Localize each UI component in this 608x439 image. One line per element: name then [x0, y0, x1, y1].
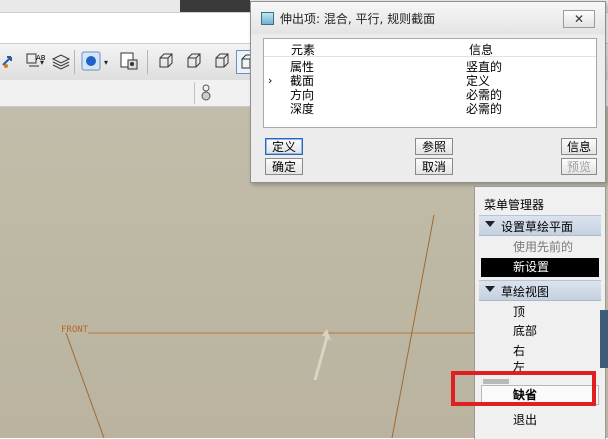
- cube-view-icon[interactable]: [211, 50, 233, 72]
- menu-item-right[interactable]: 右: [481, 342, 599, 361]
- element-info: 竖直的: [466, 60, 503, 74]
- title-bar-segment: [180, 0, 250, 12]
- menu-item-top[interactable]: 顶: [481, 303, 599, 322]
- element-name: 方向: [290, 88, 315, 102]
- element-row[interactable]: 方向 必需的: [264, 88, 596, 102]
- element-name: 截面: [290, 74, 315, 88]
- column-header-element: 元素: [291, 43, 316, 57]
- dialog-title-bar[interactable]: 伸出项: 混合, 平行, 规则截面 ✕: [251, 2, 605, 34]
- cube-view-icon[interactable]: [183, 50, 205, 72]
- dialog-window-icon: [261, 12, 274, 25]
- view-manager-icon[interactable]: [118, 50, 140, 72]
- display-style-icon[interactable]: [80, 50, 102, 72]
- menu-item-label: 新设置: [513, 260, 550, 274]
- dropdown-arrow-icon[interactable]: ▾: [104, 58, 108, 67]
- menu-manager-title: 菜单管理器: [484, 198, 545, 212]
- constraint-icon[interactable]: [200, 83, 212, 106]
- toolbar-separator: [74, 50, 75, 74]
- element-info: 定义: [466, 74, 491, 88]
- close-button[interactable]: ✕: [563, 10, 595, 28]
- menu-section-label: 设置草绘平面: [501, 220, 574, 234]
- element-info: 必需的: [466, 88, 503, 102]
- element-row[interactable]: 深度 必需的: [264, 102, 596, 116]
- front-datum-label: FRONT: [61, 325, 89, 335]
- dropdown-arrow-icon[interactable]: ▾: [40, 58, 44, 67]
- reference-button[interactable]: 参照: [415, 138, 453, 155]
- element-list[interactable]: 元素 信息 属性 竖直的 › 截面 定义 方向 必需的 深度 必需的: [263, 38, 597, 128]
- column-header-info: 信息: [469, 43, 494, 57]
- layers-icon[interactable]: [50, 50, 72, 72]
- preview-button: 预览: [561, 158, 597, 175]
- info-button[interactable]: 信息: [561, 138, 597, 155]
- menu-item-bottom[interactable]: 底部: [481, 322, 599, 341]
- element-info: 必需的: [466, 102, 503, 116]
- element-name: 深度: [290, 102, 315, 116]
- side-scrollbar[interactable]: [600, 310, 608, 368]
- toolbar-separator: [194, 82, 195, 104]
- menu-item-label: 右: [513, 344, 526, 358]
- datum-axis-icon[interactable]: [0, 50, 22, 72]
- element-row[interactable]: › 截面 定义: [264, 74, 596, 88]
- cancel-button[interactable]: 取消: [415, 158, 453, 175]
- menu-item-label: 退出: [513, 413, 538, 427]
- ok-button[interactable]: 确定: [265, 158, 303, 175]
- menu-item-exit[interactable]: 退出: [481, 411, 599, 430]
- sketch-edge: [65, 332, 105, 438]
- annotation-highlight-box: [451, 371, 596, 406]
- collapse-arrow-icon: [485, 221, 495, 227]
- menu-item-new-setup[interactable]: 新设置: [481, 258, 599, 277]
- menu-item-label: 底部: [513, 324, 538, 338]
- menu-section-setup-sketch-plane[interactable]: 设置草绘平面: [479, 215, 601, 236]
- menu-section-label: 草绘视图: [501, 285, 550, 299]
- menu-item-use-previous[interactable]: 使用先前的: [481, 238, 599, 257]
- sketch-edge: [391, 214, 435, 438]
- menu-item-label: 使用先前的: [513, 240, 574, 254]
- direction-arrow: [313, 336, 329, 381]
- element-list-header: 元素 信息: [264, 39, 596, 57]
- current-element-marker-icon: ›: [268, 74, 273, 87]
- cube-view-icon[interactable]: [155, 50, 177, 72]
- dialog-title: 伸出项: 混合, 平行, 规则截面: [280, 12, 436, 26]
- element-name: 属性: [290, 60, 315, 74]
- define-button[interactable]: 定义: [265, 138, 303, 155]
- menu-item-label: 顶: [513, 305, 526, 319]
- feature-dialog: 伸出项: 混合, 平行, 规则截面 ✕ 元素 信息 属性 竖直的 › 截面 定义…: [250, 1, 606, 183]
- collapse-arrow-icon: [485, 286, 495, 292]
- element-row[interactable]: 属性 竖直的: [264, 60, 596, 74]
- menu-section-sketch-view[interactable]: 草绘视图: [479, 280, 601, 301]
- toolbar-separator: [147, 50, 148, 74]
